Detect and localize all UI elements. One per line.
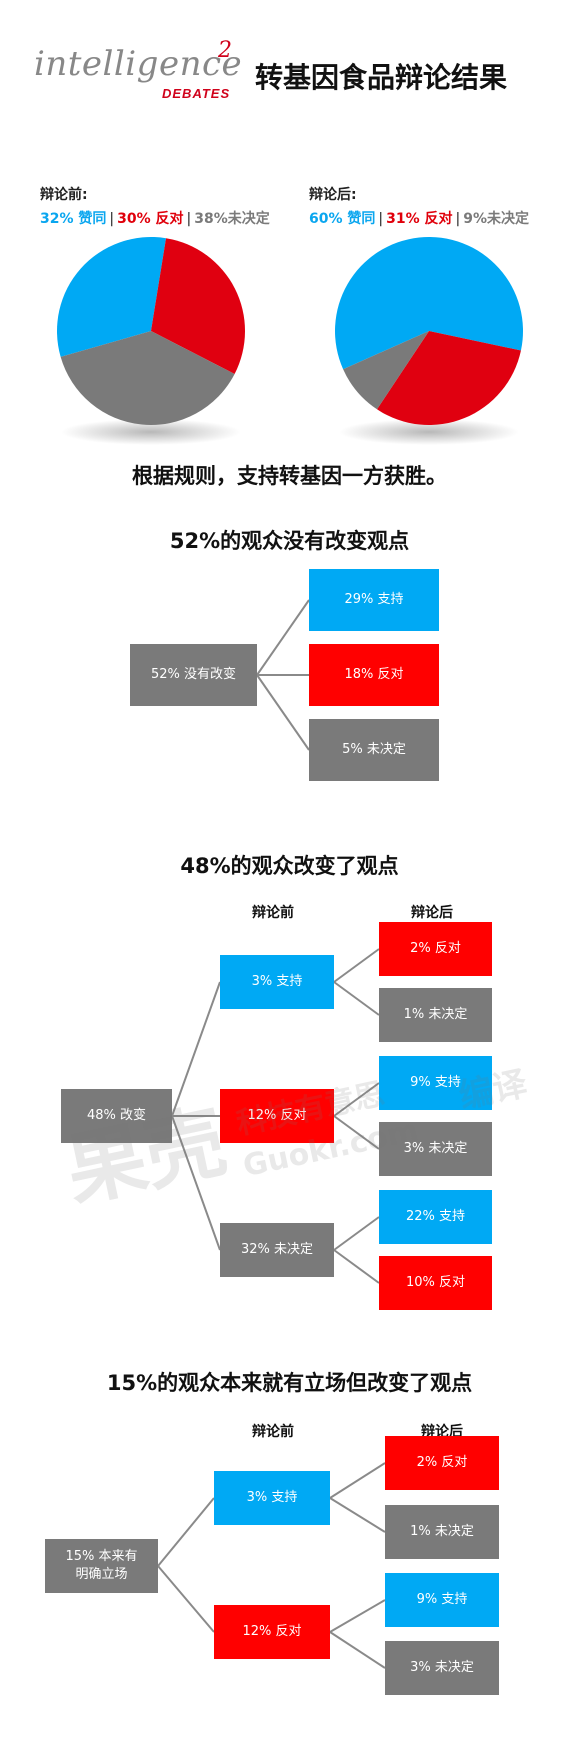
section1-leaf: 29% 支持 <box>309 569 439 631</box>
section1-leaf: 18% 反对 <box>309 644 439 706</box>
connector <box>256 674 310 751</box>
section3-root-line1: 15% 本来有 <box>65 1549 138 1565</box>
logo: intelligence 2 DEBATES <box>34 38 242 104</box>
logo-word: intelligence <box>34 44 243 84</box>
logo-superscript: 2 <box>218 38 232 63</box>
section3-root-line2: 明确立场 <box>75 1567 128 1582</box>
legend-support: 60% 赞同 <box>309 211 376 227</box>
legend-undecided: 38%未决定 <box>194 211 270 227</box>
legend-support: 32% 赞同 <box>40 211 107 227</box>
connector <box>157 1565 215 1633</box>
pie-before-heading: 辩论前: <box>40 187 88 203</box>
pie-before <box>56 237 246 426</box>
connector <box>329 1497 386 1533</box>
section3-col-before: 辩论前 <box>252 1424 294 1440</box>
section1-root: 52% 没有改变 <box>130 644 257 706</box>
section1-title: 52%的观众没有改变观点 <box>169 529 410 553</box>
section2-mid: 3% 支持 <box>220 955 334 1009</box>
pie-after-heading: 辩论后: <box>309 187 357 203</box>
section3-leaf: 9% 支持 <box>385 1573 499 1627</box>
connector <box>333 981 380 1016</box>
result-statement: 根据规则，支持转基因一方获胜。 <box>132 464 447 488</box>
section3-leaf: 3% 未决定 <box>385 1641 499 1695</box>
legend-undecided: 9%未决定 <box>463 211 529 227</box>
connector <box>157 1497 215 1567</box>
pie-before-legend: 32% 赞同 | 30% 反对 | 38%未决定 <box>40 211 270 227</box>
logo-subtitle: DEBATES <box>162 86 231 101</box>
connector <box>333 948 380 983</box>
pie-after-legend: 60% 赞同 | 31% 反对 | 9%未决定 <box>309 211 529 227</box>
section1-leaf: 5% 未决定 <box>309 719 439 781</box>
connector <box>333 1249 380 1284</box>
section2-col-after: 辩论后 <box>411 905 453 921</box>
section2-leaf: 10% 反对 <box>379 1256 492 1310</box>
connector <box>329 1631 386 1669</box>
connector <box>333 1216 380 1251</box>
section3-mid: 3% 支持 <box>214 1471 330 1525</box>
section2-leaf: 1% 未决定 <box>379 988 492 1042</box>
section3-title: 15%的观众本来就有立场但改变了观点 <box>106 1371 473 1395</box>
connector <box>329 1462 386 1499</box>
section3-leaf: 2% 反对 <box>385 1436 499 1490</box>
section3-root: 15% 本来有 明确立场 <box>45 1539 158 1593</box>
legend-oppose: 31% 反对 <box>386 211 453 227</box>
section3-leaf: 1% 未决定 <box>385 1505 499 1559</box>
section2-title: 48%的观众改变了观点 <box>180 854 399 878</box>
section2-leaf: 2% 反对 <box>379 922 492 976</box>
pie-after <box>335 236 524 425</box>
connector <box>256 599 310 676</box>
section2-leaf: 22% 支持 <box>379 1190 492 1244</box>
legend-oppose: 30% 反对 <box>117 211 184 227</box>
section2-mid: 32% 未决定 <box>220 1223 334 1277</box>
section2-col-before: 辩论前 <box>252 905 294 921</box>
page-title: 转基因食品辩论结果 <box>255 61 508 94</box>
connector <box>329 1599 386 1633</box>
section3-mid: 12% 反对 <box>214 1605 330 1659</box>
